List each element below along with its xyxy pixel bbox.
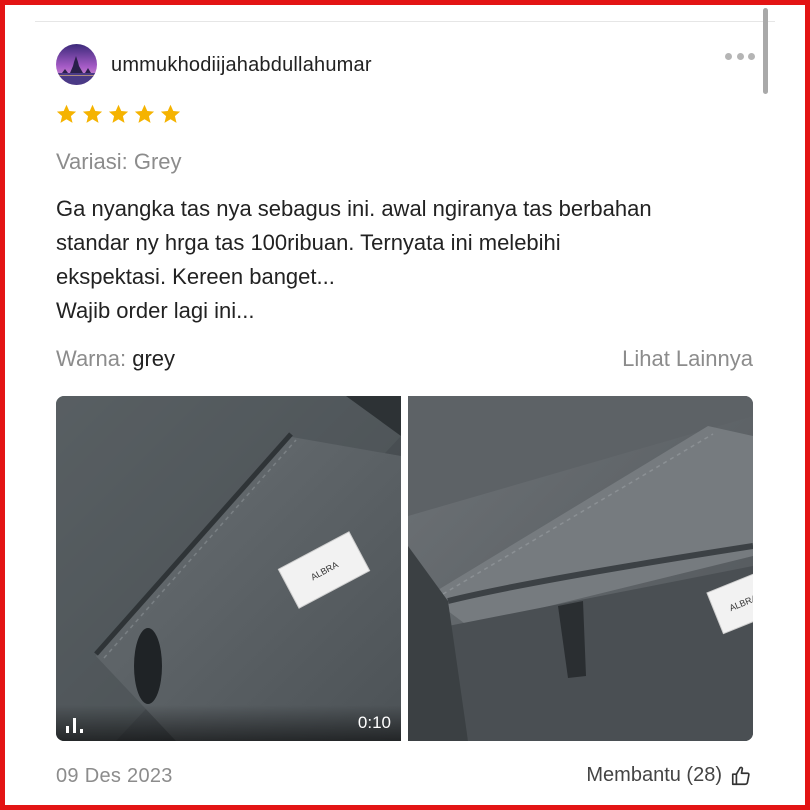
divider bbox=[35, 21, 775, 22]
dot bbox=[725, 52, 732, 60]
helpful-button[interactable]: Membantu (28) bbox=[586, 764, 752, 787]
review-line: Wajib order lagi ini... bbox=[56, 298, 255, 323]
more-dots-icon[interactable] bbox=[725, 50, 755, 62]
review-line: ekspektasi. Kereen banget... bbox=[56, 264, 335, 289]
dot bbox=[736, 52, 744, 60]
avatar[interactable] bbox=[56, 44, 97, 85]
thumbs-up-icon bbox=[730, 765, 752, 787]
star-rating bbox=[55, 103, 182, 126]
video-overlay bbox=[56, 705, 401, 741]
star-icon bbox=[107, 103, 130, 126]
color-attribute: Warna: grey bbox=[56, 346, 175, 372]
star-icon bbox=[133, 103, 156, 126]
video-indicator-icon bbox=[64, 714, 86, 734]
star-icon bbox=[159, 103, 182, 126]
star-icon bbox=[55, 103, 78, 126]
review-video-thumbnail[interactable]: ALBRA 0:10 bbox=[56, 396, 401, 741]
review-line: Ga nyangka tas nya sebagus ini. awal ngi… bbox=[56, 196, 652, 221]
reviewer-username[interactable]: ummukhodiijahabdullahumar bbox=[111, 54, 372, 77]
star-icon bbox=[81, 103, 104, 126]
color-value: grey bbox=[132, 346, 176, 371]
scrollbar[interactable] bbox=[763, 8, 768, 94]
review-date: 09 Des 2023 bbox=[56, 765, 173, 787]
dot bbox=[748, 52, 755, 60]
review-photo-thumbnail[interactable]: ALBRA bbox=[408, 396, 753, 741]
review-line: standar ny hrga tas 100ribuan. Ternyata … bbox=[56, 230, 561, 255]
see-more-link[interactable]: Lihat Lainnya bbox=[622, 346, 753, 372]
color-label: Warna: bbox=[56, 346, 127, 371]
variant-text: Variasi: Grey bbox=[56, 149, 182, 174]
review-text: Ga nyangka tas nya sebagus ini. awal ngi… bbox=[56, 192, 756, 328]
video-duration: 0:10 bbox=[357, 713, 391, 732]
helpful-label: Membantu (28) bbox=[586, 764, 722, 786]
